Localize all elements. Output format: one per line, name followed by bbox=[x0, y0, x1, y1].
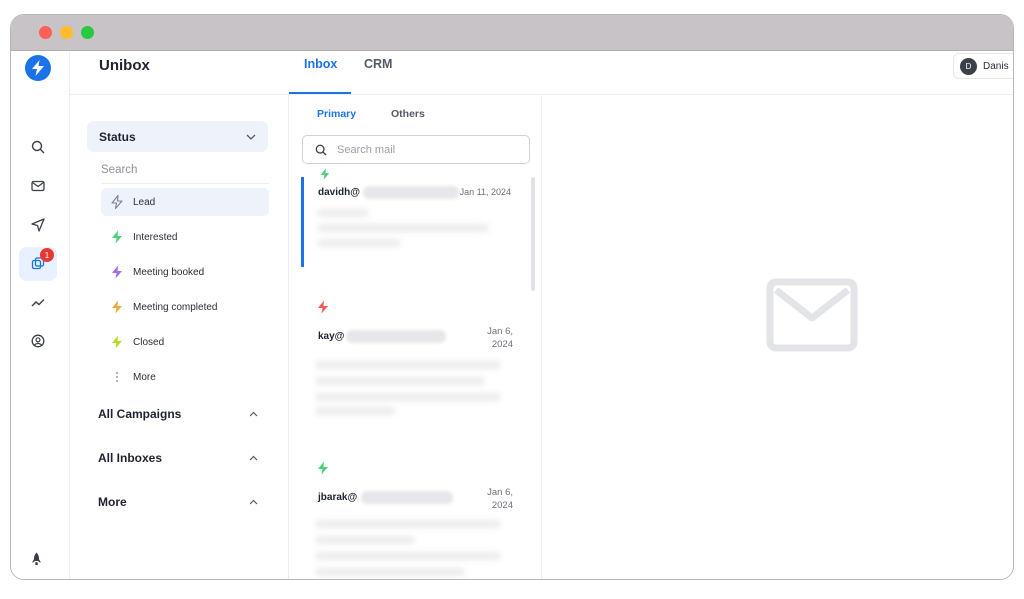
mail-list-panel: Primary Others davidh@ Jan 11, 2024 bbox=[289, 95, 542, 579]
status-item-label: Closed bbox=[133, 336, 165, 348]
blurred-preview bbox=[315, 552, 501, 560]
tab-inbox[interactable]: Inbox bbox=[304, 57, 337, 71]
status-item-more[interactable]: More bbox=[101, 363, 269, 391]
blurred-preview bbox=[315, 393, 501, 401]
status-item-label: Meeting completed bbox=[133, 301, 218, 313]
active-tab-indicator bbox=[289, 92, 351, 94]
blurred-preview bbox=[317, 224, 489, 232]
maximize-window-button[interactable] bbox=[81, 26, 94, 39]
status-bolt-icon bbox=[318, 461, 328, 475]
section-title: All Inboxes bbox=[98, 451, 163, 465]
section-all-inboxes[interactable]: All Inboxes bbox=[98, 451, 258, 465]
unibox-icon[interactable]: 1 bbox=[19, 247, 57, 281]
redacted-text bbox=[363, 186, 459, 199]
status-item-meeting-completed[interactable]: Meeting completed bbox=[101, 293, 269, 321]
status-item-label: Lead bbox=[133, 196, 156, 208]
mail-sender: davidh@ bbox=[318, 187, 360, 198]
status-title: Status bbox=[99, 129, 136, 144]
blurred-preview bbox=[317, 239, 401, 247]
rocket-icon[interactable] bbox=[30, 552, 43, 571]
status-bolt-icon bbox=[318, 300, 328, 314]
mail-date-line: 2024 bbox=[491, 339, 513, 350]
status-item-interested[interactable]: Interested bbox=[101, 223, 269, 251]
blurred-preview bbox=[315, 377, 485, 385]
unread-badge: 1 bbox=[40, 248, 54, 262]
mail-item[interactable]: jbarak@ Jan 6, 2024 bbox=[301, 480, 525, 579]
search-mail-input[interactable] bbox=[337, 143, 507, 156]
chevron-up-icon bbox=[249, 455, 258, 461]
scrollbar[interactable] bbox=[531, 177, 535, 291]
blurred-preview bbox=[315, 520, 501, 528]
user-name: Danis bbox=[983, 60, 1009, 72]
app-body: 1 Unibox Inbox CRM D Danis Status Search… bbox=[11, 51, 1013, 579]
divider bbox=[101, 183, 269, 184]
tab-primary[interactable]: Primary bbox=[317, 108, 356, 120]
section-more[interactable]: More bbox=[98, 495, 258, 509]
status-item-label: Meeting booked bbox=[133, 266, 205, 278]
chevron-down-icon bbox=[246, 134, 256, 140]
redacted-text bbox=[361, 491, 453, 504]
more-dots-icon bbox=[116, 372, 118, 382]
blurred-preview bbox=[315, 361, 501, 369]
window-titlebar bbox=[11, 15, 1013, 51]
status-item-closed[interactable]: Closed bbox=[101, 328, 269, 356]
section-title: More bbox=[98, 495, 127, 509]
lead-bolt-icon bbox=[111, 195, 123, 209]
reading-pane bbox=[542, 95, 1013, 579]
meeting-completed-bolt-icon bbox=[112, 300, 122, 314]
send-icon[interactable] bbox=[19, 208, 57, 242]
blurred-preview bbox=[317, 209, 369, 217]
tab-others[interactable]: Others bbox=[391, 108, 425, 120]
blurred-preview bbox=[315, 536, 415, 544]
chevron-up-icon bbox=[249, 499, 258, 505]
status-search-input[interactable]: Search bbox=[101, 164, 137, 176]
status-item-lead[interactable]: Lead bbox=[101, 188, 269, 216]
minimize-window-button[interactable] bbox=[60, 26, 73, 39]
account-icon[interactable] bbox=[19, 324, 57, 358]
mail-date-line: 2024 bbox=[491, 500, 513, 511]
filter-panel: Status Search Lead Interested Meeting bo… bbox=[70, 95, 289, 579]
icon-rail: 1 bbox=[11, 51, 70, 579]
mail-date: Jan 11, 2024 bbox=[459, 187, 511, 197]
chevron-up-icon bbox=[249, 411, 258, 417]
status-item-label: Interested bbox=[133, 231, 178, 243]
blurred-preview bbox=[315, 407, 395, 415]
closed-bolt-icon bbox=[112, 335, 122, 349]
mail-date-line: Jan 6, bbox=[487, 326, 513, 337]
status-item-meeting-booked[interactable]: Meeting booked bbox=[101, 258, 269, 286]
section-all-campaigns[interactable]: All Campaigns bbox=[98, 407, 258, 421]
status-item-label: More bbox=[133, 371, 156, 383]
mail-item[interactable]: davidh@ Jan 11, 2024 bbox=[301, 179, 525, 269]
mail-date-line: Jan 6, bbox=[487, 487, 513, 498]
mail-icon[interactable] bbox=[19, 169, 57, 203]
avatar: D bbox=[960, 57, 977, 75]
mail-sender: kay@ bbox=[318, 331, 345, 342]
logo-bolt-icon[interactable] bbox=[25, 55, 51, 81]
search-icon[interactable] bbox=[19, 130, 57, 164]
mail-sender: jbarak@ bbox=[318, 492, 358, 503]
search-icon bbox=[315, 144, 327, 156]
blurred-preview bbox=[315, 568, 465, 576]
analytics-icon[interactable] bbox=[19, 286, 57, 320]
search-mail-field[interactable] bbox=[302, 135, 530, 164]
section-title: All Campaigns bbox=[98, 407, 182, 421]
status-dropdown[interactable]: Status bbox=[87, 121, 268, 152]
redacted-text bbox=[346, 330, 446, 343]
close-window-button[interactable] bbox=[39, 26, 52, 39]
mail-item[interactable]: kay@ Jan 6, 2024 bbox=[301, 319, 525, 419]
tab-crm[interactable]: CRM bbox=[364, 57, 392, 71]
empty-mail-icon bbox=[766, 278, 858, 352]
top-bar: Inbox CRM D Danis bbox=[70, 51, 1013, 95]
user-menu[interactable]: D Danis bbox=[953, 53, 1013, 79]
app-window: 1 Unibox Inbox CRM D Danis Status Search… bbox=[10, 14, 1014, 580]
interested-bolt-icon bbox=[112, 230, 122, 244]
meeting-booked-bolt-icon bbox=[112, 265, 122, 279]
